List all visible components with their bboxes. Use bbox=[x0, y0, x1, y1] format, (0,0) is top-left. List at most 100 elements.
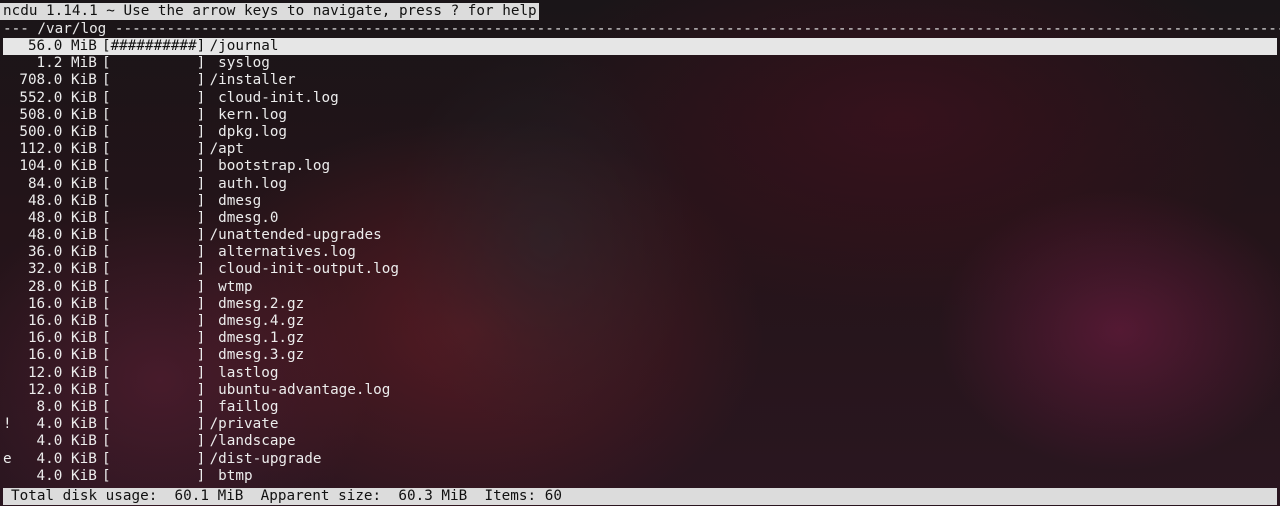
item-flag bbox=[3, 296, 14, 313]
item-usage-bar: [ ] bbox=[101, 227, 206, 244]
item-flag bbox=[3, 90, 14, 107]
total-label: Total disk usage: bbox=[11, 488, 158, 504]
item-size: 48.0 KiB bbox=[27, 192, 97, 209]
file-list[interactable]: 56.0 MiB [##########]/journal 1.2 MiB[ ] … bbox=[3, 38, 1277, 485]
item-flag bbox=[3, 141, 14, 158]
item-flag bbox=[3, 124, 14, 141]
item-name: alternatives.log bbox=[209, 244, 356, 261]
list-item[interactable]: ! 4.0 KiB[ ]/private bbox=[3, 416, 1277, 433]
item-size: 104.0 KiB bbox=[19, 158, 97, 175]
item-flag: e bbox=[3, 450, 12, 467]
item-usage-bar: [ ] bbox=[101, 416, 206, 433]
item-name: syslog bbox=[209, 55, 270, 72]
item-name: dmesg.4.gz bbox=[209, 313, 305, 329]
item-usage-bar: [ ] bbox=[101, 158, 206, 175]
item-size: 4.0 KiB bbox=[36, 416, 97, 433]
items-value: 60 bbox=[544, 488, 562, 504]
list-item[interactable]: 48.0 KiB[ ]/unattended-upgrades bbox=[3, 227, 1277, 244]
item-name: auth.log bbox=[209, 175, 288, 192]
item-name: wtmp bbox=[209, 278, 253, 295]
list-item[interactable]: 508.0 KiB[ ] kern.log bbox=[3, 107, 1277, 124]
item-name: ubuntu-advantage.log bbox=[209, 381, 391, 398]
item-usage-bar: [ ] bbox=[101, 261, 206, 278]
item-flag bbox=[3, 433, 14, 450]
item-name: dmesg.0 bbox=[209, 209, 279, 226]
app-header: ncdu 1.14.1 ~ Use the arrow keys to navi… bbox=[0, 3, 539, 20]
item-flag bbox=[3, 107, 14, 124]
list-item[interactable]: 32.0 KiB[ ] cloud-init-output.log bbox=[3, 261, 1277, 278]
item-usage-bar: [ ] bbox=[101, 123, 206, 140]
current-path: --- /var/log ---------------------------… bbox=[3, 21, 1280, 37]
list-item[interactable]: 104.0 KiB[ ] bootstrap.log bbox=[3, 158, 1277, 175]
apparent-value: 60.3 MiB bbox=[398, 488, 468, 504]
item-size: 552.0 KiB bbox=[19, 89, 97, 106]
item-name: cloud-init.log bbox=[209, 89, 339, 106]
item-usage-bar: [ ] bbox=[101, 89, 206, 106]
item-size: 16.0 KiB bbox=[27, 330, 97, 347]
list-item[interactable]: 56.0 MiB [##########]/journal bbox=[3, 38, 1277, 56]
item-flag bbox=[3, 399, 14, 416]
item-flag bbox=[3, 158, 14, 175]
list-item[interactable]: 1.2 MiB[ ] syslog bbox=[3, 55, 1277, 72]
list-item[interactable]: 84.0 KiB[ ] auth.log bbox=[3, 176, 1277, 193]
list-item[interactable]: e 4.0 KiB[ ]/dist-upgrade bbox=[3, 451, 1277, 468]
item-size: 8.0 KiB bbox=[36, 398, 97, 415]
item-size: 84.0 KiB bbox=[27, 175, 97, 192]
list-item[interactable]: 16.0 KiB[ ] dmesg.4.gz bbox=[3, 313, 1277, 330]
list-item[interactable]: 48.0 KiB[ ] dmesg bbox=[3, 193, 1277, 210]
item-name: /apt bbox=[209, 141, 244, 158]
item-size: 28.0 KiB bbox=[27, 278, 97, 295]
item-flag bbox=[3, 38, 14, 55]
item-size: 48.0 KiB bbox=[27, 227, 97, 244]
item-name: bootstrap.log bbox=[209, 158, 331, 175]
item-name: lastlog bbox=[209, 364, 279, 381]
item-flag bbox=[3, 468, 14, 485]
item-usage-bar: [ ] bbox=[101, 450, 206, 467]
list-item[interactable]: 16.0 KiB[ ] dmesg.2.gz bbox=[3, 296, 1277, 313]
item-size: 32.0 KiB bbox=[27, 261, 97, 278]
list-item[interactable]: 500.0 KiB[ ] dpkg.log bbox=[3, 124, 1277, 141]
item-usage-bar: [ ] bbox=[101, 175, 206, 192]
list-item[interactable]: 708.0 KiB[ ]/installer bbox=[3, 72, 1277, 89]
item-flag bbox=[3, 279, 14, 296]
item-name: dpkg.log bbox=[209, 123, 288, 140]
list-item[interactable]: 112.0 KiB[ ]/apt bbox=[3, 141, 1277, 158]
list-item[interactable]: 12.0 KiB[ ] lastlog bbox=[3, 365, 1277, 382]
list-item[interactable]: 552.0 KiB[ ] cloud-init.log bbox=[3, 90, 1277, 107]
item-flag: ! bbox=[3, 416, 12, 433]
item-usage-bar: [ ] bbox=[101, 433, 206, 450]
item-name: dmesg.2.gz bbox=[209, 295, 305, 312]
list-item[interactable]: 16.0 KiB[ ] dmesg.3.gz bbox=[3, 347, 1277, 364]
list-item[interactable]: 36.0 KiB[ ] alternatives.log bbox=[3, 244, 1277, 261]
list-item[interactable]: 12.0 KiB[ ] ubuntu-advantage.log bbox=[3, 382, 1277, 399]
list-item[interactable]: 48.0 KiB[ ] dmesg.0 bbox=[3, 210, 1277, 227]
item-usage-bar: [ ] bbox=[101, 209, 206, 226]
items-label: Items: bbox=[484, 488, 537, 504]
list-item[interactable]: 8.0 KiB[ ] faillog bbox=[3, 399, 1277, 416]
item-usage-bar: [ ] bbox=[101, 398, 206, 415]
item-usage-bar: [ ] bbox=[101, 313, 206, 329]
list-item[interactable]: 28.0 KiB[ ] wtmp bbox=[3, 279, 1277, 296]
item-usage-bar: [ ] bbox=[101, 347, 206, 364]
item-flag bbox=[3, 176, 14, 193]
item-size: 112.0 KiB bbox=[19, 141, 97, 158]
item-usage-bar: [ ] bbox=[101, 106, 206, 123]
item-flag bbox=[3, 365, 14, 382]
item-usage-bar: [ ] bbox=[101, 330, 206, 347]
item-name: faillog bbox=[209, 398, 279, 415]
item-name: dmesg bbox=[209, 192, 262, 209]
item-size: 4.0 KiB bbox=[36, 433, 97, 450]
item-size: 16.0 KiB bbox=[27, 295, 97, 312]
item-flag bbox=[3, 55, 14, 72]
apparent-label: Apparent size: bbox=[260, 488, 382, 504]
item-size: 708.0 KiB bbox=[19, 72, 97, 89]
list-item[interactable]: 4.0 KiB[ ] btmp bbox=[3, 468, 1277, 485]
terminal-window[interactable]: ncdu 1.14.1 ~ Use the arrow keys to navi… bbox=[0, 0, 1280, 506]
list-item[interactable]: 4.0 KiB[ ]/landscape bbox=[3, 433, 1277, 450]
item-name: btmp bbox=[209, 467, 253, 484]
item-size: 4.0 KiB bbox=[36, 450, 97, 467]
list-item[interactable]: 16.0 KiB[ ] dmesg.1.gz bbox=[3, 330, 1277, 347]
item-name: kern.log bbox=[209, 106, 288, 123]
item-flag bbox=[3, 210, 14, 227]
item-size: 16.0 KiB bbox=[27, 347, 97, 364]
